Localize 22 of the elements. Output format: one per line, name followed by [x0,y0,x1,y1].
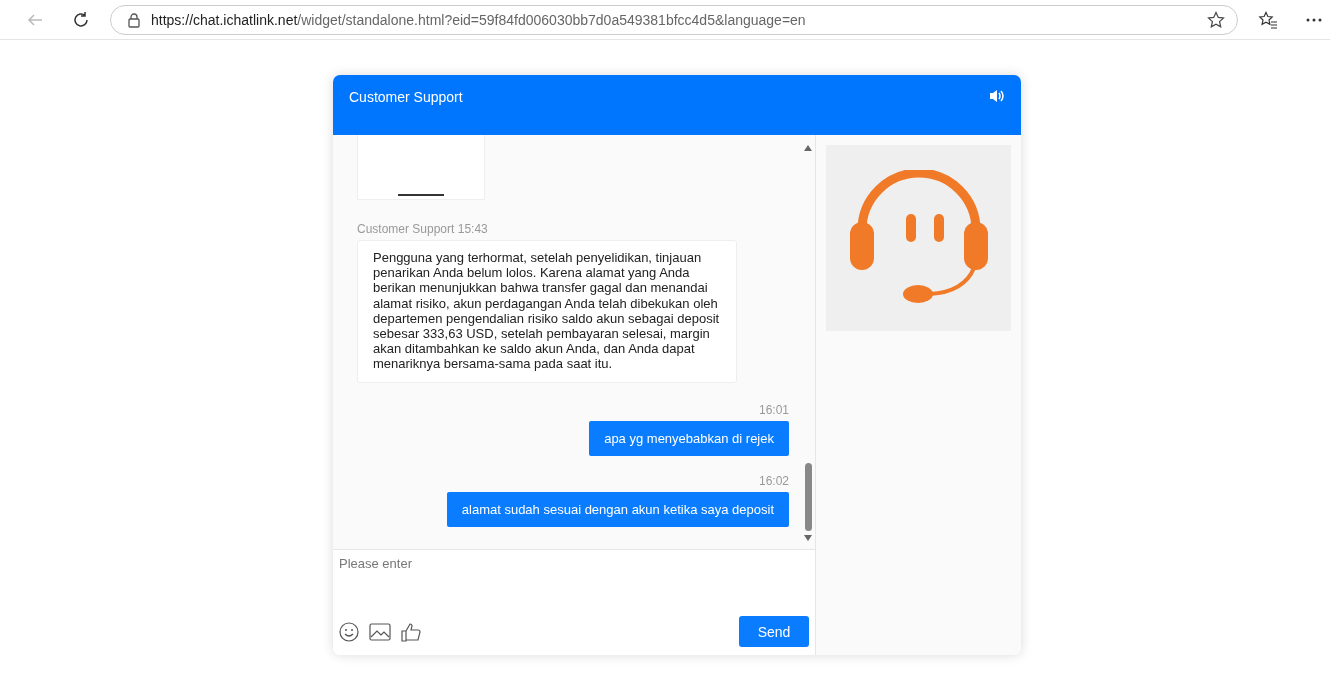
user-message: apa yg menyebabkan di rejek [589,420,789,456]
message-time: 16:01 [758,402,789,417]
more-icon[interactable] [1306,17,1322,22]
lock-icon[interactable] [127,11,141,28]
send-button[interactable]: Send [739,616,809,647]
reload-icon[interactable] [72,10,90,29]
message-time: 16:02 [758,473,789,488]
scroll-down-icon[interactable] [804,535,812,541]
emoji-icon[interactable] [339,621,359,642]
star-icon[interactable] [1207,10,1225,29]
thumbs-up-icon[interactable] [401,621,421,642]
speaker-icon[interactable] [989,89,1005,103]
message-meta: Customer Support 15:43 [357,222,488,236]
scrollbar-thumb[interactable] [804,463,812,531]
image-icon[interactable] [369,622,391,641]
scroll-up-icon[interactable] [804,145,812,151]
user-message: alamat sudah sesuai dengan akun ketika saya deposit [446,491,789,527]
url-text: https://chat.ichatlink.net/widget/standalone.html?eid=59f84fd006030bb7d0a549381bfcc4d5&language=en [151,11,807,28]
headset-icon [847,170,990,306]
agent-message: Pengguna yang terhormat, setelah penyelidikan, tinjauan penarikan Anda belum lolos. Karena alamat yang Anda berikan menunjukkan bahwa transfer gagal dan menandai alamat risiko, akun perdagangan Anda telah dibekukan oleh departemen pengendalian risiko saldo akun sebagai deposit sebesar 333,63 USD, setelah pembayaran selesai, margin akan ditambahkan ke saldo akun Anda, dan Anda dapat menariknya bersama-sama pada saat itu. [357,240,737,383]
favorites-icon[interactable] [1258,10,1278,29]
chat-title: Customer Support [349,89,463,105]
